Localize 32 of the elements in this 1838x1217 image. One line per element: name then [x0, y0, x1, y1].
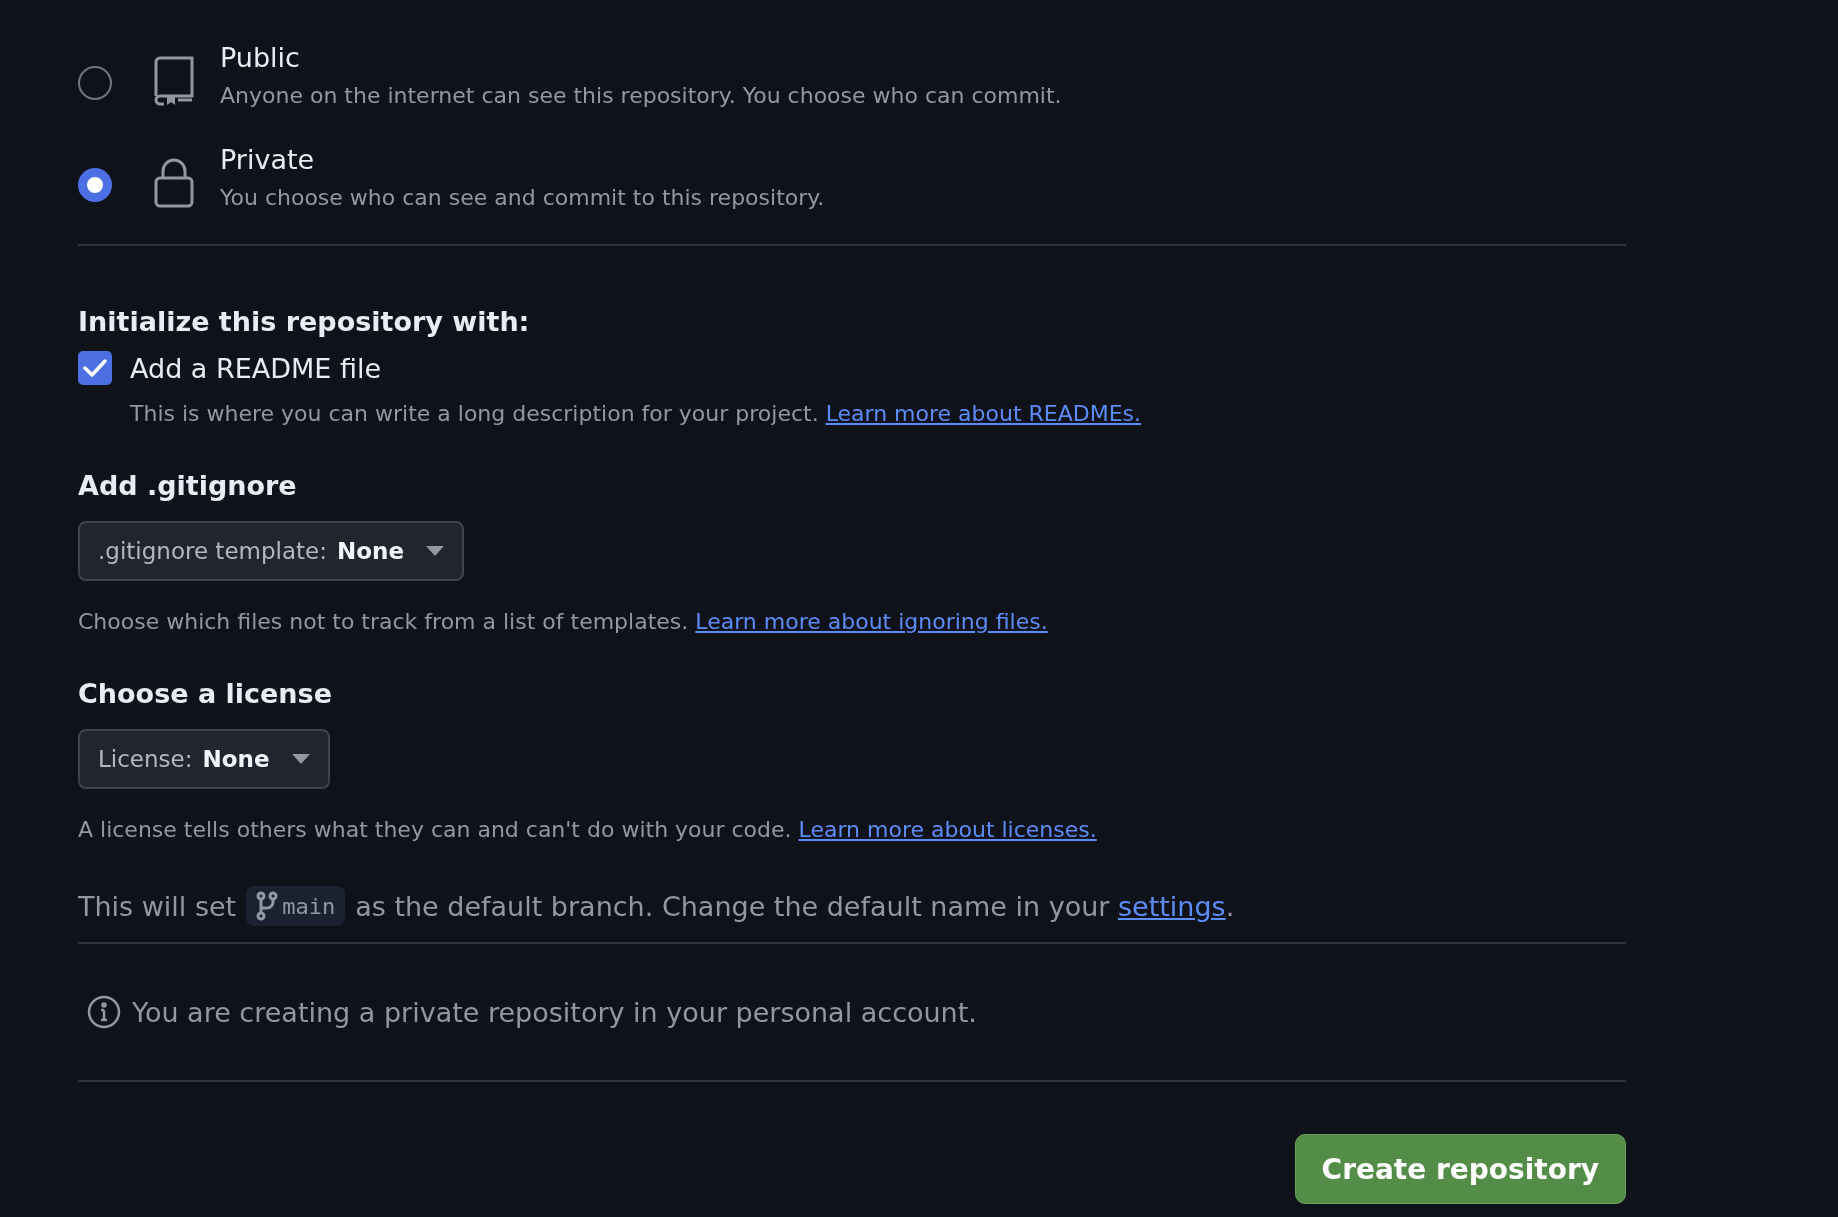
option-description: You choose who can see and commit to this repository.: [220, 185, 825, 210]
branch-text: This will set: [78, 890, 237, 922]
checkbox[interactable]: [78, 351, 112, 385]
check-icon: [83, 358, 107, 378]
branch-text: as the default branch. Change the default name in your settings.: [355, 890, 1235, 922]
radio-button[interactable]: [78, 168, 112, 202]
lock-icon: [152, 158, 196, 208]
help-text: A license tells others what they can and can't do with your code. Learn more about licenses.: [78, 817, 1098, 842]
caret-icon: [291, 754, 310, 764]
section-heading: Add .gitignore: [78, 470, 298, 501]
help-text: This is where you can write a long description for your project. Learn more about READMEs.: [130, 401, 1143, 426]
caret-icon: [426, 546, 444, 556]
create-repository-button[interactable]: Create repository: [1294, 1134, 1626, 1204]
notice-text: You are creating a private repository in your personal account.: [132, 996, 977, 1028]
help-link[interactable]: Learn more about READMEs.: [825, 401, 1142, 426]
radio-button[interactable]: [78, 66, 112, 100]
section-heading: Choose a license: [78, 678, 333, 709]
help-link[interactable]: Learn more about licenses.: [798, 817, 1097, 842]
help-link[interactable]: Learn more about ignoring files.: [695, 609, 1048, 634]
dropdown-button[interactable]: License: None: [78, 729, 330, 789]
dropdown-button[interactable]: .gitignore template: None: [78, 521, 464, 581]
branch-icon: [256, 891, 279, 921]
option-title: Public: [220, 42, 301, 73]
book-icon: [152, 56, 196, 106]
option-title: Private: [220, 144, 316, 175]
checkbox-label: Add a README file: [130, 352, 382, 384]
branch-badge: main: [246, 886, 346, 926]
info-icon: [86, 994, 122, 1030]
option-description: Anyone on the internet can see this repository. You choose who can commit.: [220, 83, 1062, 108]
settings-link[interactable]: settings: [1117, 890, 1226, 922]
help-text: Choose which files not to track from a list of templates. Learn more about ignoring files.: [78, 609, 1049, 634]
section-heading: Initialize this repository with:: [78, 306, 531, 337]
